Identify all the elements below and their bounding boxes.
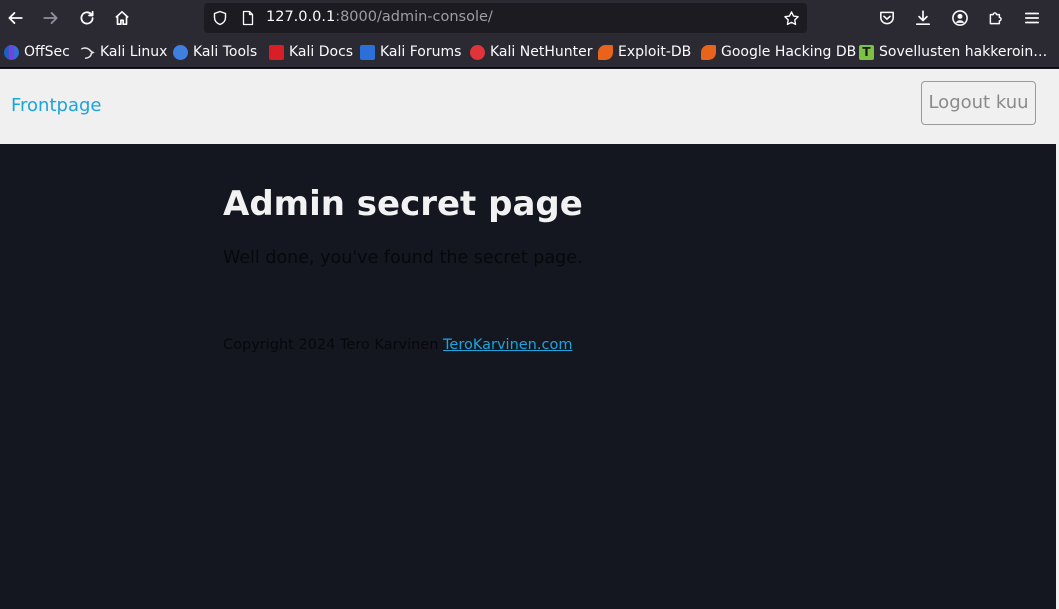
home-button[interactable] [108, 4, 136, 32]
bookmark-label: Kali Linux [100, 44, 168, 60]
download-icon [915, 10, 931, 26]
account-icon [952, 10, 968, 26]
footer: Copyright 2024 Tero Karvinen TeroKarvine… [223, 337, 572, 353]
terokarvinen-link[interactable]: TeroKarvinen.com [443, 337, 572, 353]
url-path: :8000/admin-console/ [335, 9, 493, 25]
frontpage-link[interactable]: Frontpage [11, 95, 101, 116]
extensions-button[interactable] [982, 4, 1010, 32]
bookmark-kali-linux[interactable]: Kali Linux [80, 43, 167, 61]
page-title: Admin secret page [223, 184, 583, 224]
copyright-text: Copyright 2024 Tero Karvinen [223, 337, 439, 353]
lead-text: Well done, you've found the secret page. [223, 248, 583, 268]
bookmark-sovellusten[interactable]: T Sovellusten hakkeroin… [859, 43, 1047, 61]
arrow-left-icon [8, 12, 23, 24]
offsec-icon [4, 44, 19, 60]
url-host: 127.0.0.1 [266, 9, 336, 25]
bookmark-label: Exploit-DB [618, 44, 692, 60]
kali-nethunter-icon [470, 44, 485, 60]
bookmark-google-hacking-db[interactable]: Google Hacking DB [701, 43, 856, 61]
page-viewport: Frontpage Logout kuu Admin secret page W… [0, 69, 1056, 609]
bookmark-label: OffSec [24, 44, 70, 60]
kali-docs-icon [269, 44, 284, 60]
account-button[interactable] [946, 4, 974, 32]
menu-button[interactable] [1018, 4, 1046, 32]
url-text[interactable]: 127.0.0.1:8000/admin-console/ [266, 9, 493, 25]
tero-t-icon: T [859, 44, 874, 60]
home-icon [115, 10, 129, 26]
bookmark-label: Kali Docs [289, 44, 354, 60]
kali-tools-icon [173, 44, 188, 60]
bookmark-kali-forums[interactable]: Kali Forums [360, 43, 461, 61]
site-navbar: Frontpage Logout kuu [0, 69, 1056, 144]
bookmark-offsec[interactable]: OffSec [4, 43, 70, 61]
browser-window: 127.0.0.1:8000/admin-console/ OffSec Kal… [0, 0, 1059, 609]
ghdb-icon [701, 44, 716, 60]
reload-icon [80, 10, 94, 25]
bookmark-label: Sovellusten hakkeroin… [879, 44, 1048, 60]
puzzle-icon [989, 12, 1002, 25]
logout-button[interactable]: Logout kuu [921, 81, 1036, 125]
exploit-db-icon [598, 44, 613, 60]
bookmark-kali-nethunter[interactable]: Kali NetHunter [470, 43, 592, 61]
bookmark-kali-tools[interactable]: Kali Tools [173, 43, 257, 61]
bookmark-exploit-db[interactable]: Exploit-DB [598, 43, 691, 61]
kali-dragon-icon [80, 45, 95, 60]
bookmark-label: Kali Forums [380, 44, 462, 60]
bookmark-label: Kali NetHunter [490, 44, 593, 60]
kali-forums-icon [360, 44, 375, 60]
browser-toolbar: 127.0.0.1:8000/admin-console/ [0, 0, 1059, 36]
bookmark-label: Kali Tools [193, 44, 258, 60]
bookmarks-toolbar: OffSec Kali Linux Kali Tools Kali Docs K… [0, 36, 1059, 68]
back-button[interactable] [1, 4, 29, 32]
reload-button[interactable] [73, 4, 101, 32]
address-bar[interactable]: 127.0.0.1:8000/admin-console/ [204, 3, 807, 33]
forward-button[interactable] [37, 4, 65, 32]
hamburger-menu-icon [1024, 12, 1040, 24]
bookmark-label: Google Hacking DB [721, 44, 857, 60]
page-icon[interactable] [239, 9, 257, 27]
bookmark-kali-docs[interactable]: Kali Docs [269, 43, 353, 61]
shield-icon[interactable] [211, 9, 229, 27]
pocket-icon [880, 11, 894, 25]
star-icon[interactable] [782, 9, 800, 27]
pocket-button[interactable] [873, 4, 901, 32]
arrow-right-icon [43, 12, 58, 24]
downloads-button[interactable] [909, 4, 937, 32]
